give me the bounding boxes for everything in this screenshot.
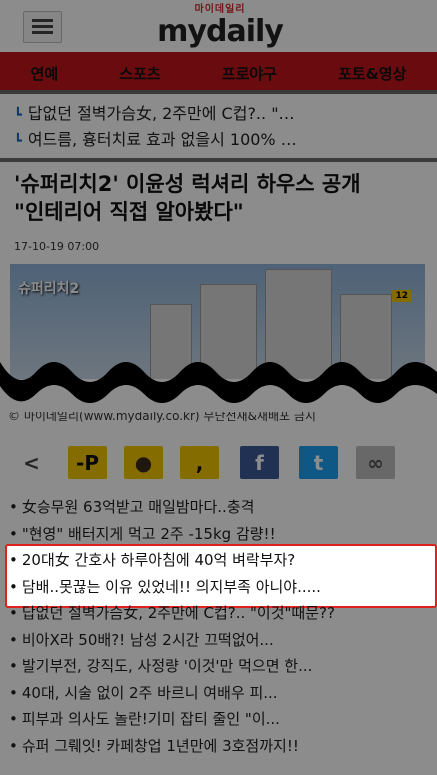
bullet-icon: • bbox=[9, 498, 18, 516]
article-date: 17-10-19 07:00 bbox=[14, 240, 100, 253]
photo-torn-edge bbox=[0, 362, 437, 412]
logo-title: mydaily bbox=[157, 14, 284, 49]
bullet-icon: ┗ bbox=[14, 134, 22, 149]
ticker-item[interactable]: ┗ 여드름, 흉터치료 효과 없을시 100% … bbox=[14, 126, 429, 152]
list-item-label: 담배..못끊는 이유 있었네!! 의지부족 아니야..... bbox=[21, 577, 321, 596]
list-item[interactable]: • 담배..못끊는 이유 있었네!! 의지부족 아니야..... bbox=[9, 574, 434, 600]
list-item-label: 女승무원 63억받고 매일밤마다..충격 bbox=[21, 498, 255, 516]
list-item-label: 발기부전, 강직도, 사정량 '이것'만 먹으면 한... bbox=[21, 657, 313, 675]
list-item-label: 40대, 시술 없이 2주 바르니 여배우 피... bbox=[21, 683, 278, 702]
bullet-icon: • bbox=[9, 630, 18, 649]
list-item[interactable]: • 답없던 절벽가슴女, 2주만에 C컵?.. "이것"때문?? bbox=[9, 600, 434, 626]
link-glyph: ∞ bbox=[367, 450, 384, 475]
kakaopage-icon[interactable]: -P bbox=[68, 446, 107, 479]
facebook-glyph: f bbox=[255, 450, 264, 475]
twitter-icon[interactable]: t bbox=[299, 446, 338, 479]
bullet-icon: ┗ bbox=[14, 108, 22, 123]
bullet-icon: • bbox=[9, 683, 18, 702]
list-item-label: 슈퍼 그뤠잇! 카페창업 1년만에 3호점까지!! bbox=[21, 736, 299, 755]
list-item-label: 비아X라 50배?! 남성 2시간 끄떡없어... bbox=[21, 630, 274, 649]
nav-item-sports[interactable]: 스포츠 bbox=[119, 63, 160, 84]
facebook-icon[interactable]: f bbox=[240, 446, 279, 479]
kakaotalk-icon[interactable]: ● bbox=[124, 446, 163, 479]
nav-item-baseball[interactable]: 프로야구 bbox=[222, 63, 277, 84]
kakaotalk-glyph: ● bbox=[134, 450, 153, 475]
list-item[interactable]: • "현영" 배터지게 먹고 2주 -15kg 감량!! bbox=[9, 521, 434, 547]
article-title: '슈퍼리치2' 이윤성 럭셔리 하우스 공개 "인테리어 직접 알아봤다" bbox=[14, 172, 361, 224]
bullet-icon: • bbox=[9, 657, 18, 675]
link-icon[interactable]: ∞ bbox=[356, 446, 395, 479]
photo-show-logo: 슈퍼리치2 bbox=[18, 281, 80, 297]
nav-item-photo-video[interactable]: 포토&영상 bbox=[338, 63, 406, 84]
divider bbox=[0, 90, 437, 94]
bullet-icon: • bbox=[9, 604, 18, 622]
bullet-icon: • bbox=[9, 710, 18, 728]
list-item[interactable]: • 피부과 의사도 놀란!기미 잡티 줄인 "이... bbox=[9, 706, 434, 732]
site-header: 마이데일리 mydaily bbox=[0, 0, 437, 52]
kakaostory-icon[interactable]: , bbox=[180, 446, 219, 479]
list-item-label: 답없던 절벽가슴女, 2주만에 C컵?.. "이것"때문?? bbox=[21, 604, 335, 622]
list-item-label: "현영" 배터지게 먹고 2주 -15kg 감량!! bbox=[21, 524, 276, 543]
page: 마이데일리 mydaily 연예 스포츠 프로야구 포토&영상 ┗ 답없던 절벽가… bbox=[0, 0, 437, 775]
site-logo[interactable]: 마이데일리 mydaily bbox=[150, 4, 290, 48]
hamburger-menu-icon[interactable] bbox=[23, 11, 62, 43]
news-ticker: ┗ 답없던 절벽가슴女, 2주만에 C컵?.. "… ┗ 여드름, 흉터치료 효과 … bbox=[0, 94, 437, 158]
bullet-icon: • bbox=[9, 736, 18, 755]
list-item[interactable]: • 40대, 시술 없이 2주 바르니 여배우 피... bbox=[9, 680, 434, 706]
share-glyph: < bbox=[23, 450, 40, 475]
bullet-icon: • bbox=[9, 524, 18, 543]
list-item[interactable]: • 女승무원 63억받고 매일밤마다..충격 bbox=[9, 494, 434, 520]
kakaostory-glyph: , bbox=[195, 450, 204, 475]
ticker-item[interactable]: ┗ 답없던 절벽가슴女, 2주만에 C컵?.. "… bbox=[14, 100, 429, 126]
divider bbox=[0, 158, 437, 162]
nav-item-entertainment[interactable]: 연예 bbox=[31, 63, 59, 84]
list-item[interactable]: • 비아X라 50배?! 남성 2시간 끄떡없어... bbox=[9, 627, 434, 653]
share-icon[interactable]: < bbox=[12, 446, 51, 479]
age-rating-badge: 12 bbox=[392, 290, 411, 302]
list-item[interactable]: • 20대女 간호사 하루아침에 40억 벼락부자? bbox=[9, 547, 434, 573]
list-item-label: 피부과 의사도 놀란!기미 잡티 줄인 "이... bbox=[21, 710, 280, 728]
bullet-icon: • bbox=[9, 551, 18, 569]
kakaopage-glyph: -P bbox=[76, 450, 99, 475]
twitter-glyph: t bbox=[313, 450, 324, 475]
category-nav: 연예 스포츠 프로야구 포토&영상 bbox=[0, 52, 437, 94]
bullet-icon: • bbox=[9, 577, 18, 596]
list-item[interactable]: • 발기부전, 강직도, 사정량 '이것'만 먹으면 한... bbox=[9, 653, 434, 679]
list-item[interactable]: • 슈퍼 그뤠잇! 카페창업 1년만에 3호점까지!! bbox=[9, 733, 434, 759]
list-item-label: 20대女 간호사 하루아침에 40억 벼락부자? bbox=[21, 551, 296, 569]
